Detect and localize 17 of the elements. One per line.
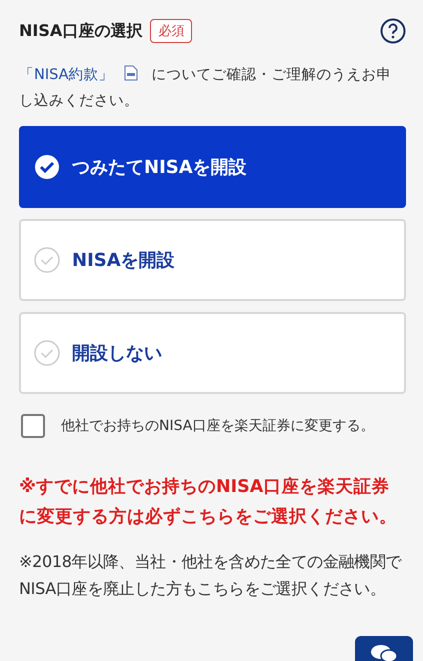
checkbox-label: 他社でお持ちのNISA口座を楽天証券に変更する。: [61, 417, 374, 435]
note-text: ※2018年以降、当社・他社を含めた全ての金融機関でNISA口座を廃止した方もこちらをご選択ください。: [19, 551, 403, 600]
help-icon[interactable]: [380, 18, 406, 44]
option-button[interactable]: NISAを開設: [19, 219, 406, 301]
check-icon: [34, 154, 60, 180]
section-title: NISA口座の選択: [19, 20, 142, 42]
terms-link[interactable]: 「NISA約款」: [19, 67, 114, 83]
option-button[interactable]: 開設しない: [19, 312, 406, 394]
option-button[interactable]: つみたてNISAを開設: [19, 126, 406, 208]
required-badge: 必須: [150, 19, 192, 43]
checkbox[interactable]: [21, 414, 45, 438]
chat-icon: [370, 644, 398, 661]
intro-text: 「NISA約款」 についてご確認・ご理解のうえお申し込みください。: [19, 64, 393, 111]
check-icon: [34, 247, 60, 273]
warning-text: ※すでに他社でお持ちのNISA口座を楽天証券に変更する方は必ずこちらをご選択ください。: [19, 476, 398, 529]
check-icon: [34, 340, 60, 366]
document-icon[interactable]: [124, 65, 138, 81]
